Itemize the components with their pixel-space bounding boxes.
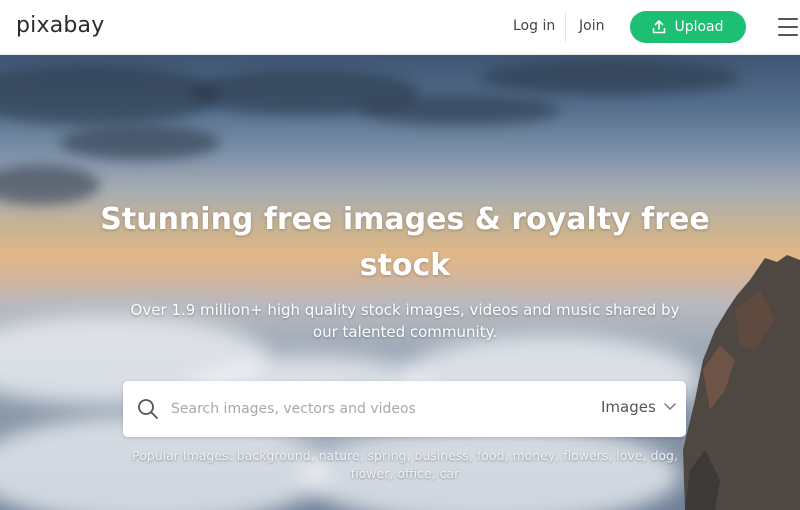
popular-term[interactable]: dog bbox=[650, 448, 674, 463]
popular-term[interactable]: flower bbox=[351, 466, 390, 481]
upload-icon bbox=[653, 20, 666, 34]
hero-banner: Stunning free images & royalty free stoc… bbox=[0, 55, 800, 510]
popular-term[interactable]: food bbox=[477, 448, 505, 463]
search-input[interactable] bbox=[171, 391, 591, 427]
hero-title: Stunning free images & royalty free stoc… bbox=[100, 202, 710, 283]
popular-term[interactable]: office bbox=[397, 466, 431, 481]
popular-searches: Popular Images: background, nature, spri… bbox=[132, 448, 678, 481]
popular-term[interactable]: nature bbox=[319, 448, 360, 463]
login-link[interactable]: Log in bbox=[513, 18, 555, 34]
chevron-down-icon bbox=[664, 403, 676, 411]
popular-term[interactable]: love bbox=[616, 448, 642, 463]
popular-term[interactable]: money bbox=[512, 448, 555, 463]
popular-term[interactable]: spring bbox=[368, 448, 407, 463]
upload-button-label: Upload bbox=[674, 19, 724, 35]
popular-term[interactable]: background bbox=[237, 448, 311, 463]
search-type-label: Images bbox=[601, 398, 656, 416]
upload-button[interactable]: Upload bbox=[630, 11, 746, 43]
search-bar: Images bbox=[123, 381, 686, 437]
popular-term[interactable]: car bbox=[440, 466, 460, 481]
search-type-dropdown[interactable]: Images bbox=[601, 398, 676, 416]
mountain-peak-image bbox=[683, 255, 800, 510]
popular-term[interactable]: business bbox=[414, 448, 468, 463]
popular-term[interactable]: flowers bbox=[563, 448, 608, 463]
pixabay-logo[interactable]: pixabay bbox=[16, 13, 104, 38]
join-link[interactable]: Join bbox=[579, 18, 604, 34]
popular-label: Popular Images: bbox=[132, 448, 233, 463]
nav-divider bbox=[565, 12, 566, 42]
hamburger-menu-icon[interactable] bbox=[778, 18, 798, 36]
hero-subtitle: Over 1.9 million+ high quality stock ima… bbox=[130, 301, 680, 341]
search-icon[interactable] bbox=[137, 398, 159, 420]
top-nav: pixabay Log in Join Upload bbox=[0, 0, 800, 55]
